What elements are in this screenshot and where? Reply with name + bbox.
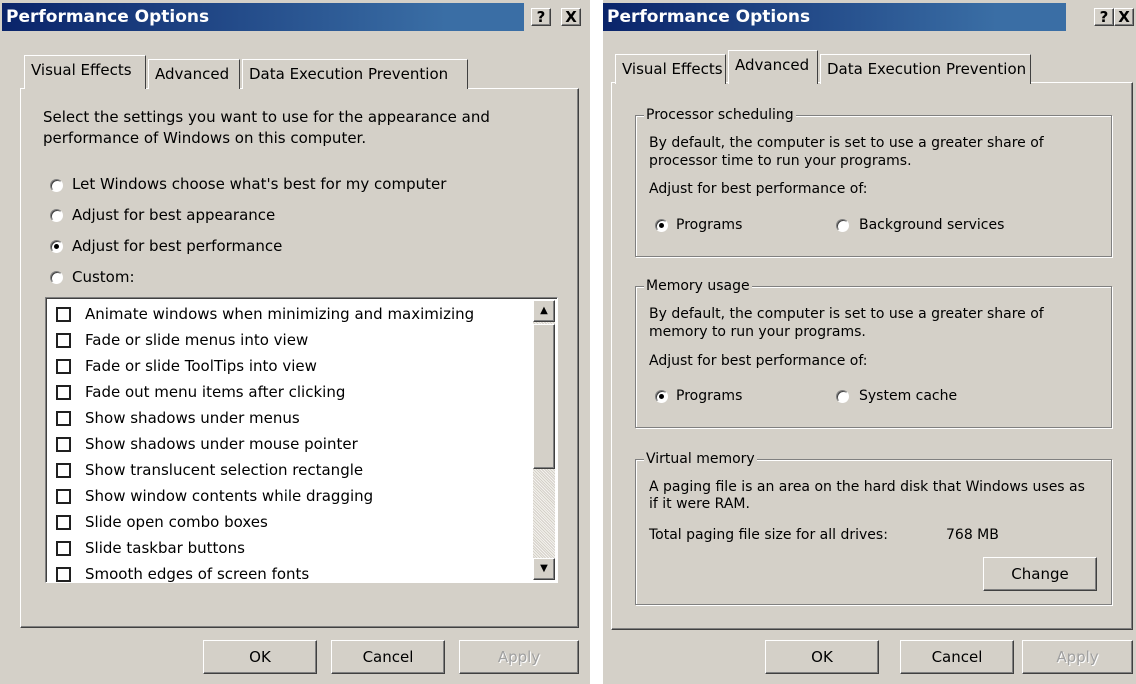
checkbox[interactable] (56, 359, 71, 374)
radio-background-services[interactable] (836, 219, 849, 232)
description-line-1: Select the settings you want to use for … (43, 108, 490, 126)
apply-button[interactable]: Apply (1022, 640, 1133, 674)
checkbox[interactable] (56, 437, 71, 452)
tab-advanced[interactable]: Advanced (148, 59, 240, 89)
radio-memory-programs[interactable] (655, 390, 668, 403)
scroll-down-arrow-icon[interactable]: ▼ (533, 558, 555, 580)
performance-options-dialog-visual-effects: Performance Options ? X Visual Effects A… (0, 0, 590, 684)
change-button[interactable]: Change (983, 557, 1097, 591)
processor-description-line-1: By default, the computer is set to use a… (649, 135, 1044, 151)
checkbox[interactable] (56, 463, 71, 478)
radio-best-performance[interactable] (50, 240, 63, 253)
radio-label-best-performance[interactable]: Adjust for best performance (72, 237, 282, 256)
radio-selected-dot (659, 223, 664, 228)
radio-label-system-cache[interactable]: System cache (859, 388, 957, 405)
ok-button[interactable]: OK (765, 640, 879, 674)
scroll-up-arrow-icon[interactable]: ▲ (533, 300, 555, 322)
tab-advanced[interactable]: Advanced (728, 50, 818, 84)
checkbox[interactable] (56, 541, 71, 556)
close-button[interactable]: X (1114, 8, 1134, 26)
checkbox-label: Show shadows under mouse pointer (85, 435, 358, 453)
tab-visual-effects[interactable]: Visual Effects (615, 54, 726, 84)
checkbox[interactable] (56, 489, 71, 504)
memory-description-line-2: memory to run your programs. (649, 324, 866, 340)
tab-visual-effects[interactable]: Visual Effects (24, 55, 146, 89)
checkbox-label: Slide taskbar buttons (85, 539, 245, 557)
radio-selected-dot (54, 244, 59, 249)
checkbox-label: Fade or slide ToolTips into view (85, 357, 317, 375)
radio-custom[interactable] (50, 271, 63, 284)
radio-label-custom[interactable]: Custom: (72, 268, 135, 287)
window-title: Performance Options (603, 3, 1066, 31)
checkbox-label: Animate windows when minimizing and maxi… (85, 305, 475, 323)
radio-system-cache[interactable] (836, 390, 849, 403)
checkbox[interactable] (56, 385, 71, 400)
checkbox-label: Fade or slide menus into view (85, 331, 309, 349)
checkbox[interactable] (56, 333, 71, 348)
ok-button[interactable]: OK (203, 640, 317, 674)
processor-description-line-2: processor time to run your programs. (649, 153, 912, 169)
checkbox-label: Show shadows under menus (85, 409, 300, 427)
checkbox-label: Smooth edges of screen fonts (85, 565, 310, 583)
description-line-2: performance of Windows on this computer. (43, 129, 367, 147)
radio-let-windows-choose[interactable] (50, 179, 63, 192)
paging-total-value: 768 MB (946, 527, 999, 543)
paging-total-label: Total paging file size for all drives: (649, 527, 888, 543)
radio-label-background-services[interactable]: Background services (859, 217, 1004, 234)
tab-data-execution-prevention[interactable]: Data Execution Prevention (820, 54, 1031, 84)
memory-description-line-1: By default, the computer is set to use a… (649, 306, 1044, 322)
memory-adjust-label: Adjust for best performance of: (649, 353, 868, 369)
checkbox[interactable] (56, 567, 71, 582)
apply-button[interactable]: Apply (459, 640, 579, 674)
help-button[interactable]: ? (531, 8, 551, 26)
radio-selected-dot (659, 394, 664, 399)
group-legend: Processor scheduling (644, 106, 796, 124)
visual-effects-list[interactable]: Animate windows when minimizing and maxi… (45, 297, 558, 583)
close-button[interactable]: X (561, 8, 581, 26)
vertical-scrollbar[interactable]: ▲ ▼ (533, 300, 555, 580)
checkbox-label: Show window contents while dragging (85, 487, 374, 505)
processor-adjust-label: Adjust for best performance of: (649, 181, 868, 197)
scroll-thumb[interactable] (533, 324, 555, 469)
cancel-button[interactable]: Cancel (331, 640, 445, 674)
radio-label-best-appearance[interactable]: Adjust for best appearance (72, 206, 275, 225)
title-bar: Performance Options ? X (0, 0, 590, 34)
group-legend: Memory usage (644, 277, 752, 295)
help-button[interactable]: ? (1094, 8, 1114, 26)
performance-options-dialog-advanced: Performance Options ? X Visual Effects A… (603, 0, 1136, 684)
virtual-description-line-1: A paging file is an area on the hard dis… (649, 479, 1085, 495)
tab-data-execution-prevention[interactable]: Data Execution Prevention (242, 59, 468, 89)
checkbox[interactable] (56, 515, 71, 530)
checkbox-label: Show translucent selection rectangle (85, 461, 364, 479)
radio-processor-programs[interactable] (655, 219, 668, 232)
cancel-button[interactable]: Cancel (900, 640, 1014, 674)
checkbox[interactable] (56, 307, 71, 322)
virtual-description-line-2: if it were RAM. (649, 496, 750, 512)
radio-label-let-windows-choose[interactable]: Let Windows choose what's best for my co… (72, 175, 446, 194)
checkbox-label: Slide open combo boxes (85, 513, 268, 531)
checkbox[interactable] (56, 411, 71, 426)
window-title: Performance Options (2, 3, 524, 31)
title-bar: Performance Options ? X (603, 0, 1136, 34)
group-legend: Virtual memory (644, 450, 757, 468)
radio-best-appearance[interactable] (50, 209, 63, 222)
radio-label-memory-programs[interactable]: Programs (676, 388, 742, 405)
checkbox-label: Fade out menu items after clicking (85, 383, 346, 401)
radio-label-processor-programs[interactable]: Programs (676, 217, 742, 234)
